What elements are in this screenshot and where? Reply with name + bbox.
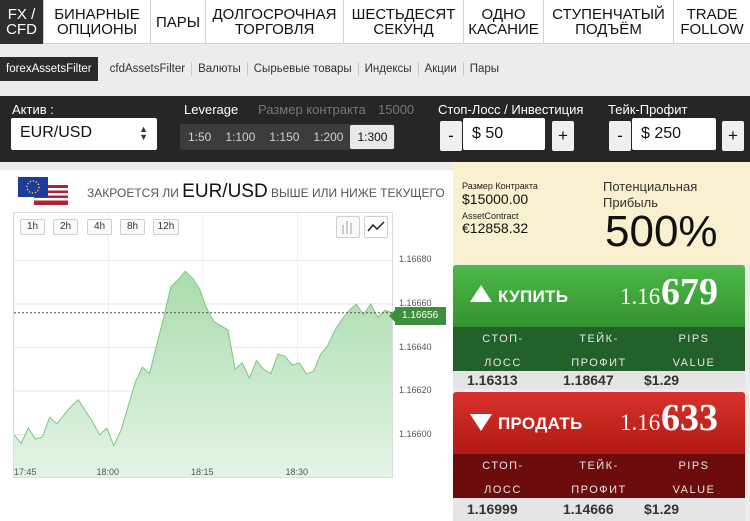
asset-label: Актив : (12, 102, 54, 117)
price-area (14, 271, 392, 477)
tab-sixty-seconds[interactable]: ШЕСТЬДЕСЯТ СЕКУНД (344, 0, 464, 44)
timeframe-1h[interactable]: 1h (20, 219, 45, 235)
leverage-option-selected[interactable]: 1:300 (350, 125, 395, 149)
stop-loss-label: Стоп-Лосс / Инвестиция (438, 102, 584, 117)
x-tick-label: 18:15 (191, 467, 214, 477)
sell-pips-value: $1.29 (644, 501, 680, 517)
sell-label: ПРОДАТЬ (498, 414, 583, 433)
price-chart-svg (14, 213, 392, 477)
stop-loss-input[interactable]: $ 50 (463, 118, 545, 150)
tab-long-term[interactable]: ДОЛГОСРОЧНАЯ ТОРГОВЛЯ (206, 0, 344, 44)
buy-pips-value-header: PIPS VALUE (672, 333, 716, 369)
buy-label: КУПИТЬ (498, 287, 569, 306)
filter-cfd[interactable]: cfdAssetsFilter (104, 62, 193, 76)
product-tabs: FX / CFD БИНАРНЫЕ ОПЦИОНЫ ПАРЫ ДОЛГОСРОЧ… (0, 0, 750, 44)
tab-fx-cfd[interactable]: FX / CFD (0, 0, 44, 44)
trading-app: { "top_nav": [ {"label": "FX /\nCFD"}, {… (0, 0, 750, 521)
stop-loss-plus-button[interactable]: + (552, 121, 574, 151)
arrow-down-icon (470, 414, 492, 431)
asset-filter-bar: forexAssetsFilter cfdAssetsFilter Валюты… (0, 55, 505, 83)
trade-controls: Актив : EUR/USD ▲ ▼ Leverage Размер контр… (0, 96, 750, 162)
filter-currencies[interactable]: Валюты (192, 62, 248, 76)
timeframe-8h[interactable]: 8h (120, 219, 145, 235)
timeframe-2h[interactable]: 2h (53, 219, 78, 235)
asset-select[interactable]: EUR/USD ▲ ▼ (11, 118, 157, 150)
tab-binary-options[interactable]: БИНАРНЫЕ ОПЦИОНЫ (44, 0, 151, 44)
buy-stop-loss-header: СТОП- ЛОСС (482, 333, 524, 369)
question-prefix: закроется ли (87, 186, 179, 200)
sell-stop-loss-value: 1.16999 (467, 501, 518, 517)
tab-pairs[interactable]: ПАРЫ (151, 0, 206, 44)
sell-values-row: 1.16999 1.14666 $1.29 (453, 498, 745, 521)
asset-value: EUR/USD (20, 124, 93, 141)
asset-contract-value: €12858.32 (462, 220, 529, 236)
buy-price-pips: 679 (661, 271, 718, 313)
take-profit-input[interactable]: $ 250 (632, 118, 716, 150)
sell-price-prefix: 1.16 (620, 410, 661, 435)
price-chart (13, 212, 393, 478)
sell-take-profit-value: 1.14666 (563, 501, 614, 517)
question-pair: EUR/USD (182, 181, 268, 202)
filter-indices[interactable]: Индексы (359, 62, 419, 76)
sell-pips-value-header: PIPS VALUE (672, 460, 716, 496)
chart-question: закроется ли EUR/USD выше или ниже текущ… (87, 181, 445, 203)
sell-details: СТОП- ЛОСС ТЕЙК- ПРОФИТ PIPS VALUE (453, 454, 745, 498)
buy-pips-value: $1.29 (644, 372, 680, 388)
line-chart-icon[interactable] (364, 216, 388, 238)
leverage-options: 1:50 1:100 1:150 1:200 1:300 (180, 124, 396, 150)
buy-details: СТОП- ЛОСС ТЕЙК- ПРОФИТ PIPS VALUE (453, 327, 745, 371)
select-arrows-icon: ▲ ▼ (139, 124, 148, 142)
take-profit-plus-button[interactable]: + (722, 121, 744, 151)
filter-forex[interactable]: forexAssetsFilter (0, 57, 98, 81)
x-tick-label: 18:00 (96, 467, 120, 477)
contract-size-info-label: Размер Контракта (462, 181, 538, 191)
contract-size-label: Размер контракта (258, 102, 366, 117)
filter-pairs[interactable]: Пары (464, 62, 505, 76)
x-tick-label: 17:45 (14, 467, 37, 477)
contract-size-value: 15000 (378, 102, 415, 117)
buy-price-prefix: 1.16 (620, 284, 661, 309)
take-profit-label: Тейк-Профит (608, 102, 688, 117)
sell-stop-loss-header: СТОП- ЛОСС (482, 460, 524, 496)
x-tick-label: 18:30 (285, 467, 309, 477)
potential-profit-value: 500% (605, 207, 718, 256)
eu-us-flag-icon (18, 177, 68, 205)
tab-trade-follow[interactable]: TRADE FOLLOW (674, 0, 750, 44)
leverage-option[interactable]: 1:100 (218, 125, 262, 149)
y-tick-label: 1.16640 (399, 341, 432, 352)
leverage-label: Leverage (184, 102, 239, 117)
buy-stop-loss-value: 1.16313 (467, 372, 518, 388)
leverage-option[interactable]: 1:50 (181, 125, 218, 149)
filter-stocks[interactable]: Акции (419, 62, 464, 76)
stop-loss-minus-button[interactable]: - (440, 121, 462, 151)
timeframe-12h[interactable]: 12h (153, 219, 179, 235)
leverage-option[interactable]: 1:150 (262, 125, 306, 149)
filter-commodities[interactable]: Сырьевые товары (248, 62, 359, 76)
y-tick-label: 1.16600 (399, 428, 432, 439)
bar-chart-icon[interactable] (336, 216, 360, 238)
sell-price-pips: 633 (661, 397, 718, 439)
current-price-label: 1.16656 (389, 307, 446, 325)
question-suffix: выше или ниже текущего (271, 186, 445, 200)
arrow-up-icon (470, 285, 492, 302)
timeframe-4h[interactable]: 4h (87, 219, 112, 235)
contract-size-info-value: $15000.00 (462, 191, 529, 207)
leverage-option[interactable]: 1:200 (306, 125, 350, 149)
y-tick-label: 1.16680 (399, 254, 432, 265)
buy-values-row: 1.16313 1.18647 $1.29 (453, 371, 745, 389)
take-profit-minus-button[interactable]: - (609, 121, 631, 151)
buy-take-profit-header: ТЕЙК- ПРОФИТ (571, 333, 627, 369)
tab-one-touch[interactable]: ОДНО КАСАНИЕ (464, 0, 544, 44)
tab-ladder[interactable]: СТУПЕНЧАТЫЙ ПОДЪЁМ (544, 0, 674, 44)
sell-take-profit-header: ТЕЙК- ПРОФИТ (571, 460, 627, 496)
y-tick-label: 1.16620 (399, 385, 432, 396)
buy-take-profit-value: 1.18647 (563, 372, 614, 388)
